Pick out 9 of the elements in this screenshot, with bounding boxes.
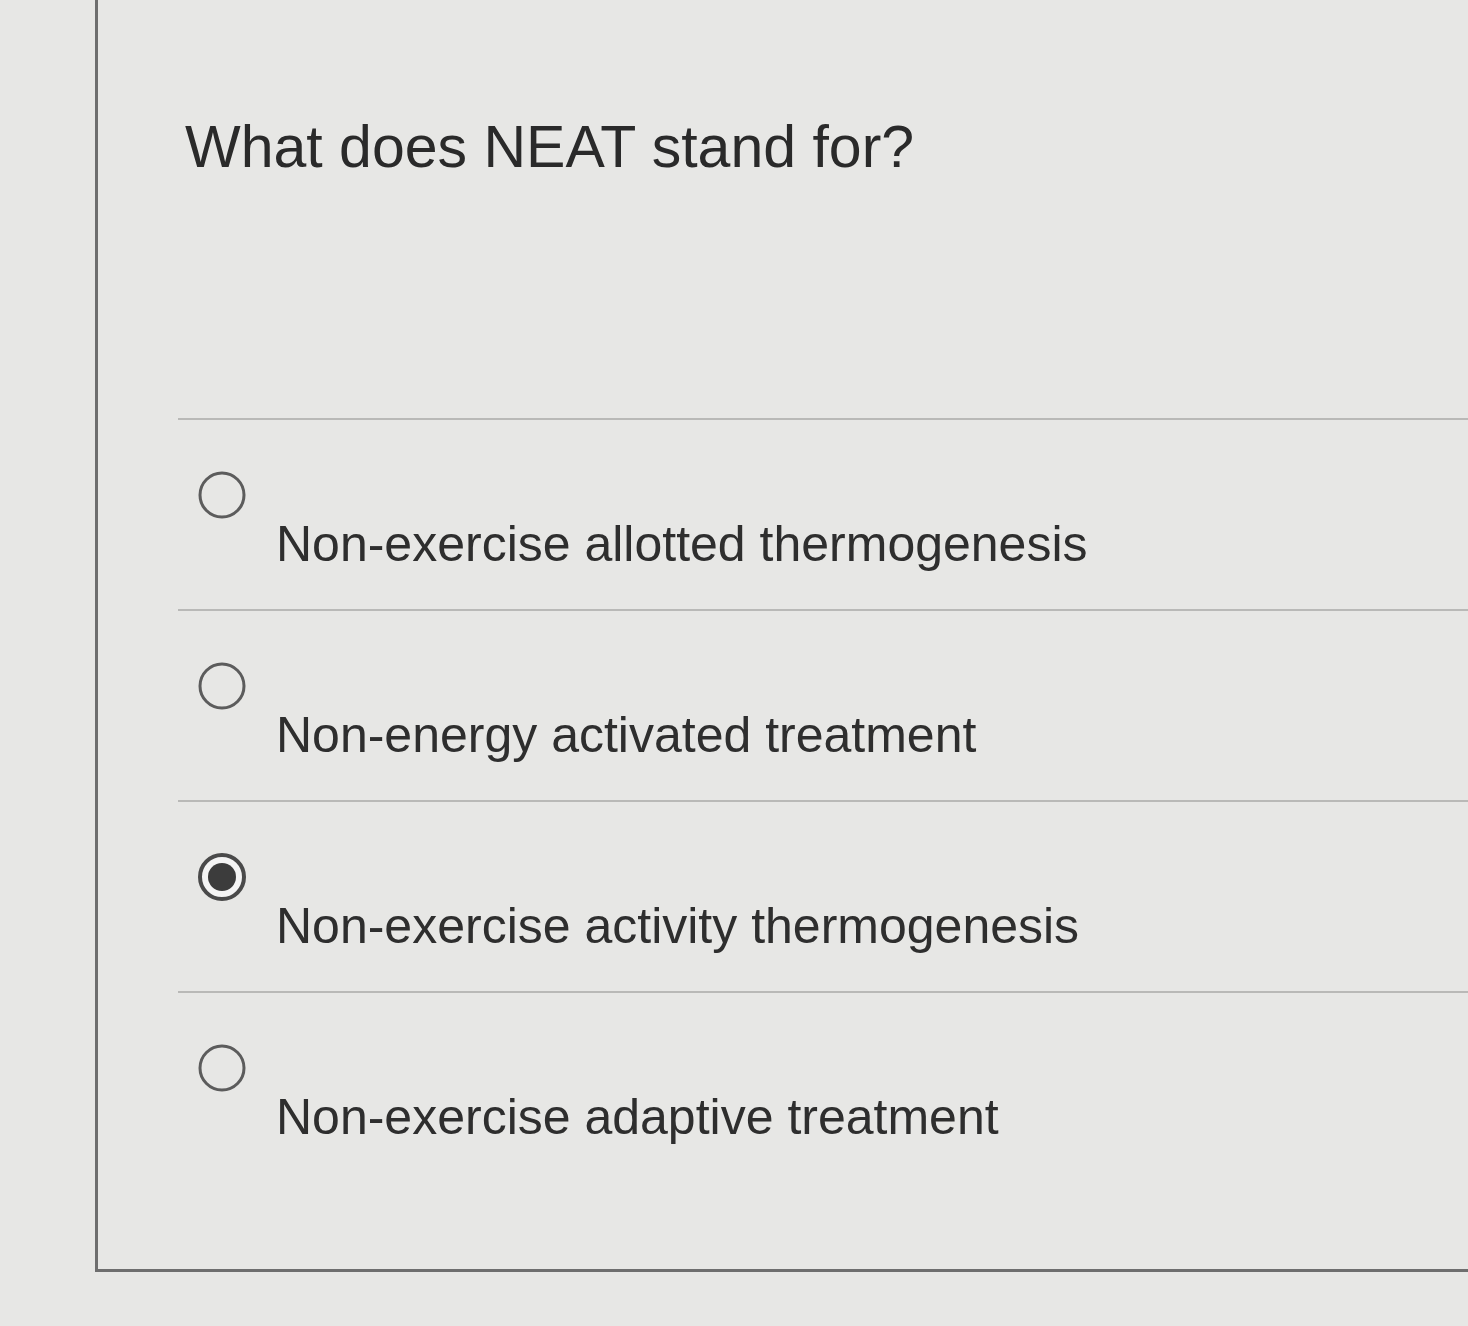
option-label[interactable]: Non-energy activated treatment [276,706,977,764]
option-label[interactable]: Non-exercise adaptive treatment [276,1088,999,1146]
question-text: What does NEAT stand for? [185,113,915,182]
radio-button[interactable] [198,471,246,519]
radio-button[interactable] [198,662,246,710]
radio-button[interactable] [198,853,246,901]
option-label[interactable]: Non-exercise activity thermogenesis [276,897,1080,955]
option-label[interactable]: Non-exercise allotted thermogenesis [276,515,1088,573]
radio-button[interactable] [198,1044,246,1092]
